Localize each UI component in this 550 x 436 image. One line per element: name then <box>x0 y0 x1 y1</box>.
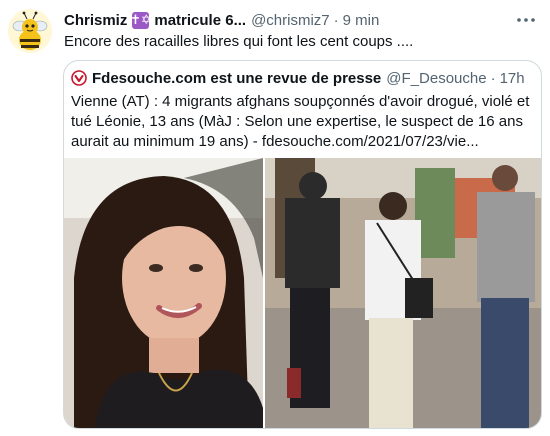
avatar[interactable] <box>8 9 52 53</box>
author-handle[interactable]: @chrismiz7 <box>251 12 330 29</box>
media-photo-street[interactable] <box>265 158 541 428</box>
street-photo <box>265 158 541 428</box>
quote-time[interactable]: 17h <box>500 70 525 87</box>
name-emoji: ✝✡ <box>129 11 152 29</box>
media-photo-girl[interactable] <box>64 158 263 428</box>
bee-avatar-icon <box>8 9 52 53</box>
quote-header: Fdesouche.com est une revue de presse @F… <box>71 68 525 88</box>
portrait-photo <box>64 158 263 428</box>
quote-author-handle[interactable]: @F_Desouche <box>386 70 486 87</box>
quote-tweet[interactable]: Fdesouche.com est une revue de presse @F… <box>63 60 542 429</box>
quote-author-name[interactable]: Fdesouche.com est une revue de presse <box>92 70 381 87</box>
tweet-time[interactable]: 9 min <box>343 12 380 29</box>
separator: · <box>333 11 339 29</box>
quote-separator: · <box>490 69 496 87</box>
tweet-header: Chrismiz ✝✡ matricule 6... @chrismiz7 · … <box>64 10 538 30</box>
author-name[interactable]: Chrismiz <box>64 12 127 29</box>
more-dots-icon <box>517 18 535 22</box>
quote-media[interactable] <box>64 158 541 428</box>
author-name-suffix[interactable]: matricule 6... <box>154 12 246 29</box>
tweet-text: Encore des racailles libres qui font les… <box>64 33 414 50</box>
quote-text: Vienne (AT) : 4 migrants afghans soupçon… <box>71 93 530 150</box>
more-icon[interactable] <box>516 7 536 28</box>
checkmark-badge-icon <box>71 70 87 86</box>
